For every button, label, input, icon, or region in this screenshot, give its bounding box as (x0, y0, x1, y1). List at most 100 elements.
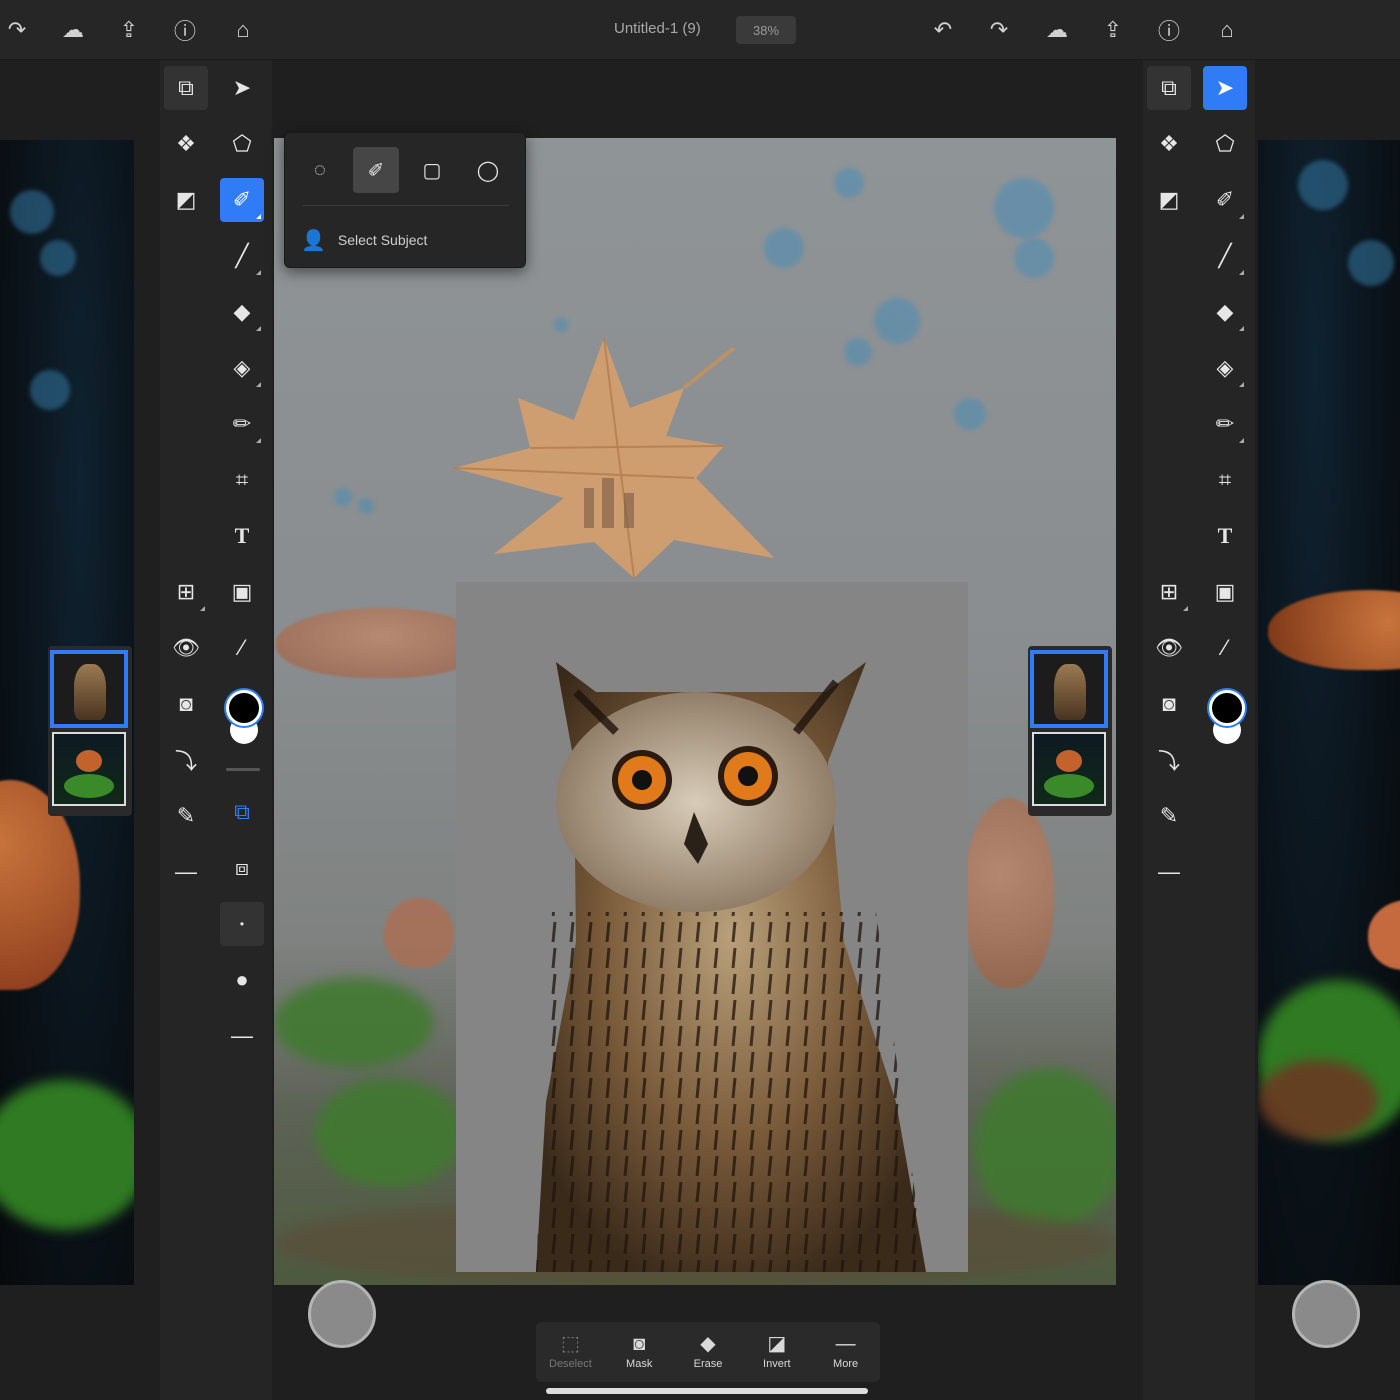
clipping-icon[interactable]: ⤵ (1147, 738, 1191, 782)
submenu-indicator (1239, 326, 1244, 331)
selection-brush-icon[interactable]: ✐ (353, 147, 399, 193)
bokeh-light (874, 298, 920, 344)
healing-icon[interactable]: ✏ (220, 402, 264, 446)
invert-button[interactable]: ◪ Invert (742, 1322, 811, 1382)
type-icon[interactable]: T (1203, 514, 1247, 558)
mask-label: Mask (626, 1358, 653, 1370)
owl-thumbnail-image (74, 664, 106, 720)
layers-icon[interactable]: ⧉ (164, 66, 208, 110)
layer-thumbnail-owl[interactable] (52, 652, 126, 726)
layer-thumbnail-scene[interactable] (52, 732, 126, 806)
transform-icon[interactable]: ⬠ (220, 122, 264, 166)
bokeh-light (358, 498, 374, 514)
eyedropper-icon[interactable]: ⁄ (1203, 626, 1247, 670)
foreground-color-swatch[interactable] (226, 690, 262, 726)
home-indicator[interactable] (546, 1388, 868, 1394)
undo-icon[interactable]: ↶ (926, 14, 960, 46)
adjustment-layer-icon[interactable]: ◩ (164, 178, 208, 222)
share-icon[interactable]: ⇪ (1096, 14, 1130, 46)
clipping-icon[interactable]: ⤵ (164, 738, 208, 782)
deselect-button[interactable]: ⬚ Deselect (536, 1322, 605, 1382)
owl-layer[interactable] (456, 582, 968, 1272)
transform-icon[interactable]: ⬠ (1203, 122, 1247, 166)
submenu-indicator (1239, 270, 1244, 275)
touch-shortcut-button[interactable] (308, 1280, 376, 1348)
zoom-level[interactable]: 38% (736, 16, 796, 44)
home-icon[interactable]: ⌂ (226, 14, 260, 46)
healing-icon[interactable]: ✏ (1203, 402, 1247, 446)
selection-brush-icon[interactable]: ✐ (1203, 178, 1247, 222)
ellipse-icon[interactable]: ◯ (465, 147, 511, 193)
redo-icon[interactable]: ↷ (0, 14, 34, 46)
eyedropper-icon[interactable]: ⁄ (220, 626, 264, 670)
layer-thumbnail-scene[interactable] (1032, 732, 1106, 806)
move-icon[interactable]: ➤ (220, 66, 264, 110)
cloud-icon[interactable]: ☁ (1040, 14, 1074, 46)
help-icon[interactable]: ⓘ (1152, 14, 1186, 46)
layer-properties-icon[interactable]: ❖ (1147, 122, 1191, 166)
more-icon[interactable]: — (1147, 850, 1191, 894)
touch-shortcut-button[interactable] (1292, 1280, 1360, 1348)
moss (274, 978, 434, 1068)
mask-icon[interactable]: ◙ (1147, 682, 1191, 726)
brush-size-icon[interactable]: • (220, 902, 264, 946)
move-icon[interactable]: ➤ (1203, 66, 1247, 110)
add-layer-icon[interactable]: ⊞ (164, 570, 208, 614)
add-layer-icon[interactable]: ⊞ (1147, 570, 1191, 614)
submenu-indicator (1239, 382, 1244, 387)
erase-button[interactable]: ◆ Erase (674, 1322, 743, 1382)
crop-icon[interactable]: ⌗ (220, 458, 264, 502)
selection-tools-popover: ◌ ✐ ▢ ◯ 👤 Select Subject (284, 132, 526, 268)
redo-icon[interactable]: ↷ (982, 14, 1016, 46)
foreground-color-swatch[interactable] (1209, 690, 1245, 726)
submenu-indicator (256, 438, 261, 443)
layer-stack (48, 646, 132, 816)
adjustment-layer-icon[interactable]: ◩ (1147, 178, 1191, 222)
more-icon[interactable]: — (164, 850, 208, 894)
fx-icon[interactable]: ✎ (164, 794, 208, 838)
select-subject-button[interactable]: 👤 Select Subject (301, 225, 511, 255)
more-button[interactable]: — More (811, 1322, 880, 1382)
share-icon[interactable]: ⇪ (112, 14, 146, 46)
home-icon[interactable]: ⌂ (1210, 14, 1244, 46)
crop-icon[interactable]: ⌗ (1203, 458, 1247, 502)
place-image-icon[interactable]: ▣ (220, 570, 264, 614)
fx-icon[interactable]: ✎ (1147, 794, 1191, 838)
mask-icon[interactable]: ◙ (164, 682, 208, 726)
bokeh-light (10, 190, 54, 234)
top-bar: ↷ ☁ ⇪ ⓘ ⌂ Untitled-1 (9) 38% ↶ ↷ ☁ ⇪ ⓘ ⌂ (0, 0, 1400, 60)
subtract-selection-icon[interactable]: ⧉ (220, 790, 264, 834)
brush-icon[interactable]: ╱ (1203, 234, 1247, 278)
document-title[interactable]: Untitled-1 (9) (614, 20, 726, 37)
person-icon: 👤 (301, 229, 326, 252)
fill-icon[interactable]: ◈ (220, 346, 264, 390)
eraser-icon[interactable]: ◆ (220, 290, 264, 334)
selection-brush-icon[interactable]: ✐ (220, 178, 264, 222)
intersect-selection-icon[interactable]: ⧈ (220, 846, 264, 890)
mask-button[interactable]: ◙ Mask (605, 1322, 674, 1382)
bokeh-light (40, 240, 76, 276)
bokeh-light (1014, 238, 1054, 278)
cloud-icon[interactable]: ☁ (56, 14, 90, 46)
visibility-icon[interactable]: 👁 (1147, 626, 1191, 670)
submenu-indicator (1239, 214, 1244, 219)
type-icon[interactable]: T (220, 514, 264, 558)
place-image-icon[interactable]: ▣ (1203, 570, 1247, 614)
mushroom-thumbnail (1056, 750, 1082, 772)
fill-icon[interactable]: ◈ (1203, 346, 1247, 390)
erase-label: Erase (693, 1358, 723, 1370)
bokeh-light (764, 228, 804, 268)
lasso-icon[interactable]: ◌ (297, 147, 343, 193)
eraser-icon[interactable]: ◆ (1203, 290, 1247, 334)
layers-icon[interactable]: ⧉ (1147, 66, 1191, 110)
layer-properties-icon[interactable]: ❖ (164, 122, 208, 166)
help-icon[interactable]: ⓘ (168, 14, 202, 46)
layer-thumbnail-owl[interactable] (1032, 652, 1106, 726)
brush-hardness-icon[interactable]: ● (220, 958, 264, 1002)
brush-icon[interactable]: ╱ (220, 234, 264, 278)
deselect-icon: ⬚ (560, 1333, 580, 1355)
visibility-icon[interactable]: 👁 (164, 626, 208, 670)
more-options-icon[interactable]: — (220, 1014, 264, 1058)
submenu-indicator (200, 606, 205, 611)
rectangle-icon[interactable]: ▢ (409, 147, 455, 193)
